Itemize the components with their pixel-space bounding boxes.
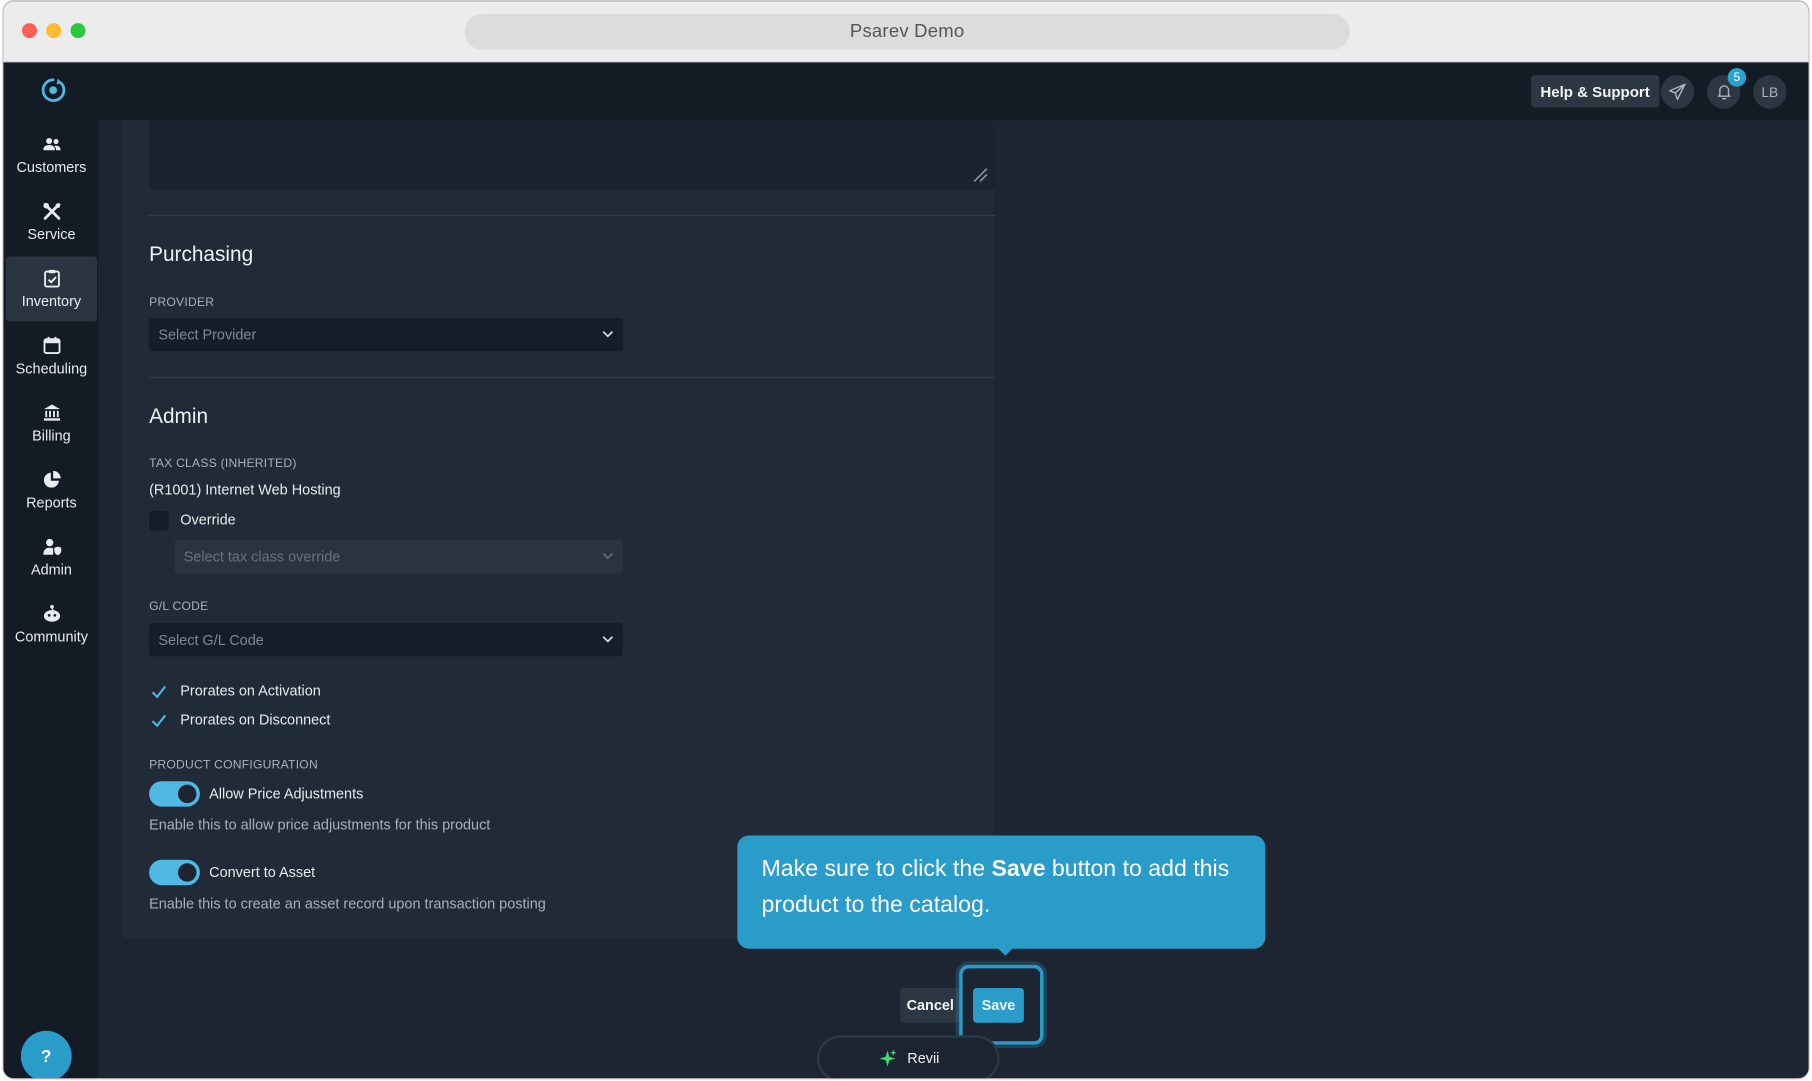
save-button[interactable]: Save bbox=[973, 988, 1024, 1023]
send-button[interactable] bbox=[1660, 75, 1695, 109]
description-textarea[interactable] bbox=[149, 120, 995, 190]
convert-asset-help: Enable this to create an asset record up… bbox=[149, 895, 546, 912]
tools-icon bbox=[42, 202, 60, 220]
close-window-button[interactable] bbox=[21, 23, 37, 39]
gl-code-select[interactable]: Select G/L Code bbox=[149, 622, 623, 657]
tax-class-value: (R1001) Internet Web Hosting bbox=[149, 481, 341, 499]
prorates-activation-label: Prorates on Activation bbox=[180, 682, 321, 700]
app-logo-icon[interactable] bbox=[38, 75, 68, 105]
sidebar-item-inventory[interactable]: Inventory bbox=[5, 256, 98, 322]
tooltip-arrow bbox=[997, 947, 1014, 956]
minimize-window-button[interactable] bbox=[46, 23, 62, 39]
sidebar-item-label: Scheduling bbox=[15, 360, 88, 377]
resize-handle-icon[interactable] bbox=[972, 166, 988, 183]
sidebar-item-admin[interactable]: Admin bbox=[6, 525, 97, 590]
help-fab-button[interactable]: ? bbox=[20, 1030, 72, 1079]
allow-price-label: Allow Price Adjustments bbox=[209, 785, 364, 802]
sidebar-item-label: Customers bbox=[16, 159, 87, 176]
provider-label: PROVIDER bbox=[149, 295, 215, 310]
app-window: Psarev Demo Help & Support 5 LB Customer… bbox=[2, 0, 1810, 1080]
admin-section-title: Admin bbox=[149, 404, 209, 428]
pie-chart-icon bbox=[43, 470, 61, 488]
clipboard-check-icon bbox=[43, 269, 60, 288]
community-icon bbox=[43, 604, 60, 622]
users-icon bbox=[42, 137, 61, 151]
convert-asset-label: Convert to Asset bbox=[209, 864, 316, 881]
help-support-button[interactable]: Help & Support bbox=[1531, 75, 1660, 108]
sidebar-nav: Customers Service Inventory Scheduling B… bbox=[3, 120, 99, 1079]
product-config-label: PRODUCT CONFIGURATION bbox=[149, 758, 318, 772]
notification-count-badge: 5 bbox=[1727, 68, 1747, 87]
paper-plane-icon bbox=[1669, 83, 1686, 101]
toggle-knob bbox=[177, 784, 197, 804]
browser-titlebar: Psarev Demo bbox=[3, 1, 1809, 63]
gl-code-placeholder: Select G/L Code bbox=[158, 631, 264, 648]
user-avatar[interactable]: LB bbox=[1753, 75, 1787, 109]
gl-code-label: G/L CODE bbox=[149, 599, 209, 614]
toggle-knob bbox=[177, 863, 197, 882]
main-content: Purchasing PROVIDER Select Provider Admi… bbox=[98, 120, 1809, 1079]
chevron-down-icon bbox=[602, 636, 614, 643]
chevron-down-icon bbox=[602, 552, 614, 560]
provider-select[interactable]: Select Provider bbox=[149, 317, 623, 352]
user-shield-icon bbox=[42, 538, 61, 556]
address-bar[interactable]: Psarev Demo bbox=[464, 13, 1350, 50]
override-checkbox[interactable] bbox=[149, 510, 169, 531]
tax-class-label: TAX CLASS (INHERITED) bbox=[149, 456, 297, 471]
sidebar-item-label: Service bbox=[27, 226, 76, 243]
tax-override-select[interactable]: Select tax class override bbox=[174, 539, 623, 574]
product-form-panel: Purchasing PROVIDER Select Provider Admi… bbox=[122, 120, 995, 939]
tooltip-text-bold: Save bbox=[991, 856, 1046, 882]
bank-icon bbox=[43, 404, 60, 421]
bell-icon bbox=[1716, 85, 1731, 100]
sidebar-item-service[interactable]: Service bbox=[6, 190, 97, 255]
sidebar-item-label: Admin bbox=[30, 561, 72, 578]
sidebar-item-label: Reports bbox=[26, 494, 77, 511]
revii-assistant-button[interactable]: Revii bbox=[817, 1035, 1000, 1079]
sidebar-item-scheduling[interactable]: Scheduling bbox=[6, 324, 97, 389]
sidebar-item-reports[interactable]: Reports bbox=[6, 458, 97, 523]
provider-select-placeholder: Select Provider bbox=[158, 326, 257, 343]
allow-price-toggle[interactable] bbox=[149, 781, 200, 807]
sidebar-item-label: Billing bbox=[32, 427, 71, 444]
convert-asset-toggle[interactable] bbox=[149, 859, 200, 886]
checkmark-icon bbox=[151, 685, 167, 699]
tooltip-text-before: Make sure to click the bbox=[761, 856, 992, 882]
section-divider bbox=[149, 214, 995, 217]
override-label: Override bbox=[180, 511, 236, 529]
cancel-button[interactable]: Cancel bbox=[900, 988, 961, 1023]
sidebar-item-label: Inventory bbox=[21, 293, 82, 310]
sidebar-item-community[interactable]: Community bbox=[6, 592, 97, 657]
sparkle-icon bbox=[879, 1049, 897, 1067]
chevron-down-icon bbox=[602, 331, 614, 338]
tax-override-placeholder: Select tax class override bbox=[183, 548, 341, 565]
checkmark-icon bbox=[151, 714, 167, 728]
prorates-disconnect-label: Prorates on Disconnect bbox=[180, 711, 331, 729]
revii-label: Revii bbox=[907, 1050, 940, 1067]
calendar-icon bbox=[42, 336, 60, 354]
guide-tooltip: Make sure to click the Save button to ad… bbox=[737, 835, 1266, 956]
sidebar-item-billing[interactable]: Billing bbox=[6, 391, 97, 456]
maximize-window-button[interactable] bbox=[70, 23, 86, 39]
app-header: Help & Support 5 LB bbox=[3, 62, 1809, 121]
purchasing-section-title: Purchasing bbox=[149, 242, 254, 266]
prorates-activation-checkbox[interactable] bbox=[149, 682, 169, 702]
allow-price-help: Enable this to allow price adjustments f… bbox=[149, 817, 491, 834]
sidebar-item-label: Community bbox=[14, 628, 88, 645]
prorates-disconnect-checkbox[interactable] bbox=[149, 711, 169, 731]
section-divider bbox=[149, 376, 995, 378]
sidebar-item-customers[interactable]: Customers bbox=[6, 122, 97, 187]
